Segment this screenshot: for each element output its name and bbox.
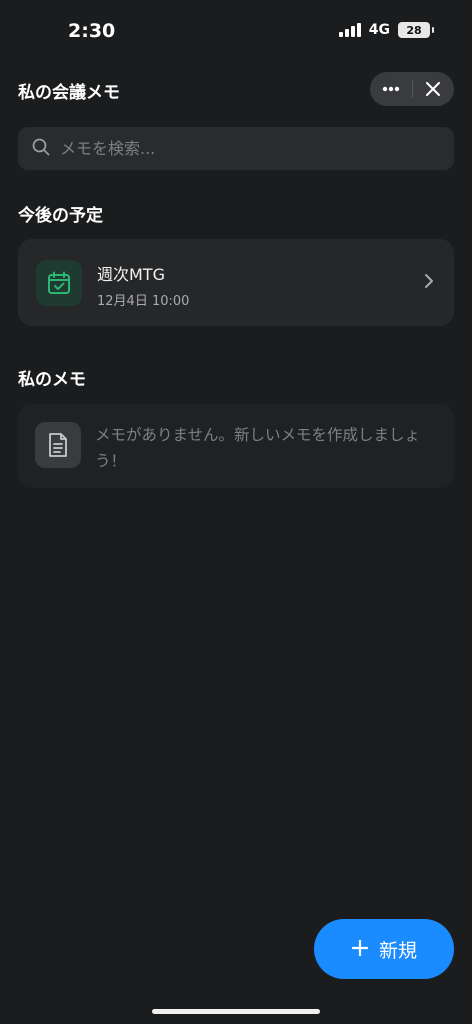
new-memo-button[interactable]: 新規 xyxy=(314,919,454,979)
upcoming-section-title: 今後の予定 xyxy=(18,206,103,226)
search-icon xyxy=(32,138,50,160)
search-bar[interactable] xyxy=(18,127,454,170)
new-memo-label: 新規 xyxy=(378,940,417,962)
plus-icon xyxy=(351,939,369,960)
signal-icon xyxy=(338,23,361,37)
status-time: 2:30 xyxy=(68,20,116,42)
network-type: 4G xyxy=(368,22,390,38)
menu-capsule xyxy=(370,72,454,106)
search-input[interactable] xyxy=(60,139,420,158)
home-indicator xyxy=(152,1009,320,1014)
empty-memo-card: メモがありません。新しいメモを作成しましょう！ xyxy=(18,404,454,488)
event-card[interactable]: 週次MTG 12月4日 10:00 xyxy=(18,239,454,326)
battery-level: 28 xyxy=(406,23,422,37)
empty-memo-message: メモがありません。新しいメモを作成しましょう！ xyxy=(95,426,421,470)
header: 私の会議メモ xyxy=(0,72,472,108)
close-icon[interactable] xyxy=(413,72,455,106)
document-icon xyxy=(35,422,81,468)
event-datetime: 12月4日 10:00 xyxy=(97,294,190,309)
page-title: 私の会議メモ xyxy=(18,83,120,103)
calendar-icon xyxy=(36,260,82,306)
more-icon[interactable] xyxy=(370,72,412,106)
chevron-right-icon xyxy=(424,273,434,293)
battery-icon: 28 xyxy=(398,22,434,38)
status-bar: 2:30 4G 28 xyxy=(0,0,472,64)
status-indicators: 4G 28 xyxy=(338,22,434,38)
memos-section-title: 私のメモ xyxy=(18,370,86,390)
event-name: 週次MTG xyxy=(97,265,165,284)
